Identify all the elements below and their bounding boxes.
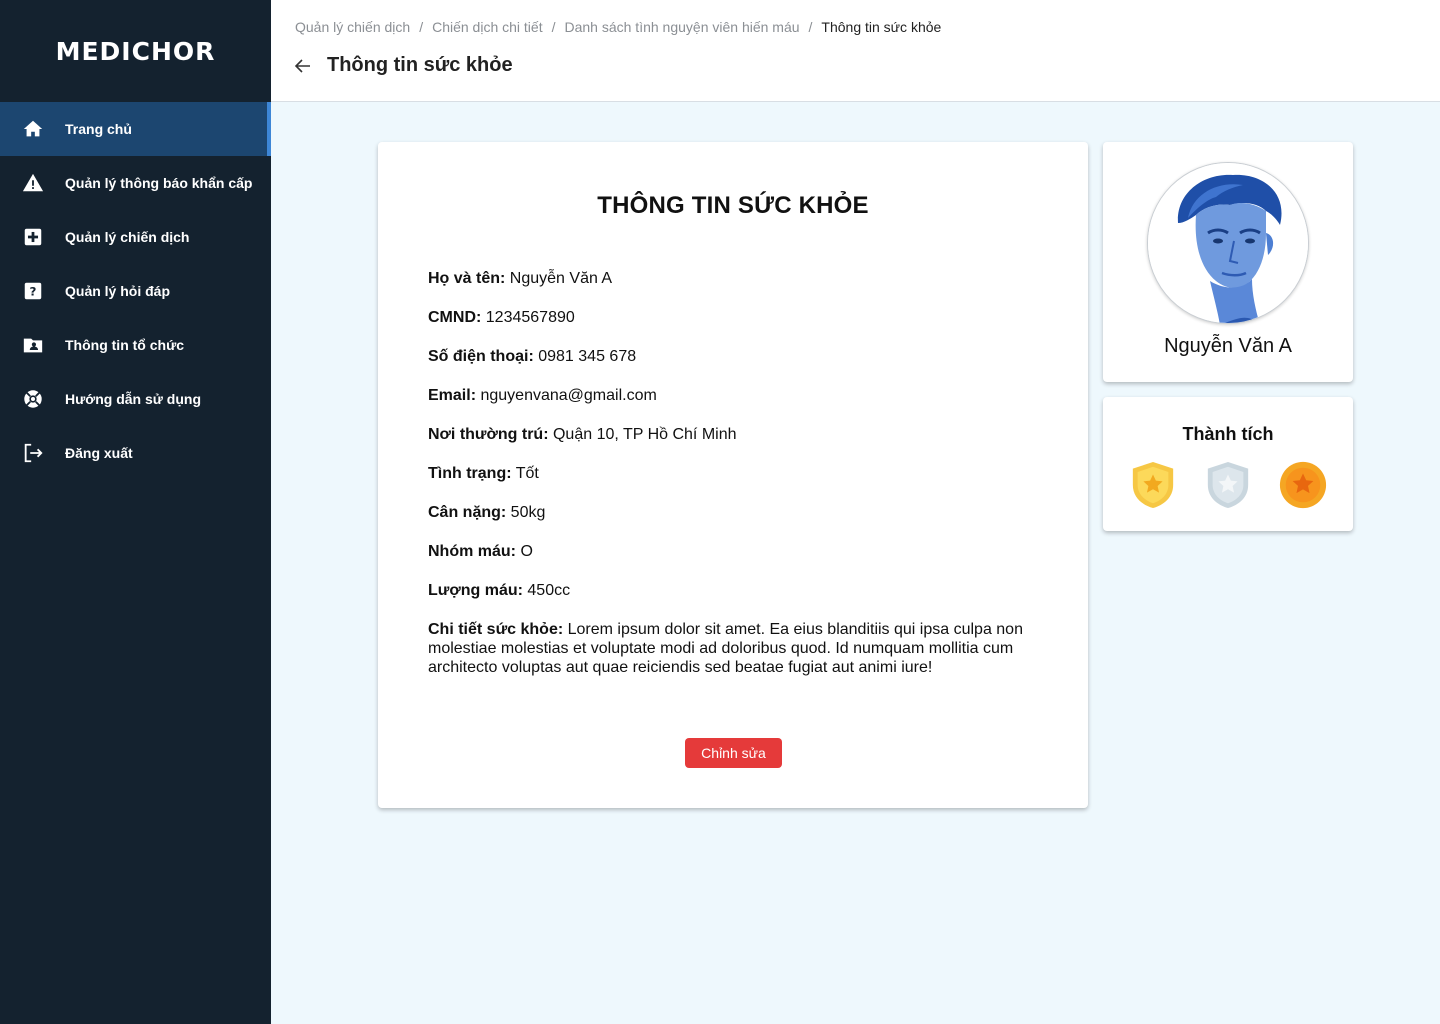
- sidebar-item-emergency[interactable]: Quản lý thông báo khẩn cấp: [0, 156, 271, 210]
- field-weight: Cân nặng: 50kg: [428, 503, 1038, 522]
- field-value: Nguyễn Văn A: [509, 270, 613, 287]
- sidebar-item-label: Quản lý chiến dịch: [65, 229, 190, 245]
- sidebar-item-label: Hướng dẫn sử dụng: [65, 391, 201, 407]
- field-status: Tình trạng: Tốt: [428, 464, 1038, 483]
- breadcrumb-item-campaign-detail[interactable]: Chiến dịch chi tiết: [432, 19, 543, 35]
- brand-logo[interactable]: MEDICHOR: [0, 0, 271, 102]
- page-title: Thông tin sức khỏe: [327, 54, 513, 76]
- field-value: 1234567890: [485, 309, 575, 326]
- avatar: [1147, 162, 1309, 324]
- question-icon: ?: [21, 279, 45, 303]
- field-phone: Số điện thoại: 0981 345 678: [428, 347, 1038, 366]
- field-value: Tốt: [515, 465, 539, 482]
- field-health-detail: Chi tiết sức khỏe: Lorem ipsum dolor sit…: [428, 620, 1038, 677]
- field-email: Email: nguyenvana@gmail.com: [428, 386, 1038, 405]
- breadcrumb-item-volunteers[interactable]: Danh sách tình nguyện viên hiến máu: [564, 19, 799, 35]
- breadcrumb-item-current: Thông tin sức khỏe: [821, 19, 942, 35]
- field-value: 0981 345 678: [538, 348, 637, 365]
- field-label: Tình trạng:: [428, 465, 512, 482]
- field-value: Quận 10, TP Hồ Chí Minh: [552, 426, 737, 443]
- logout-icon: [21, 441, 45, 465]
- edit-button[interactable]: Chỉnh sửa: [685, 738, 782, 768]
- health-fields: Họ và tên: Nguyễn Văn A CMND: 1234567890…: [428, 269, 1038, 697]
- sidebar-item-label: Quản lý hỏi đáp: [65, 283, 171, 299]
- sidebar-item-label: Quản lý thông báo khẩn cấp: [65, 175, 253, 191]
- home-icon: [21, 117, 45, 141]
- sidebar-nav: Trang chủ Quản lý thông báo khẩn cấp Quả…: [0, 102, 271, 480]
- svg-text:?: ?: [30, 285, 37, 299]
- achievements-title: Thành tích: [1182, 424, 1274, 444]
- health-info-card: THÔNG TIN SỨC KHỎE Họ và tên: Nguyễn Văn…: [378, 142, 1088, 808]
- sidebar-item-home[interactable]: Trang chủ: [0, 102, 271, 156]
- field-address: Nơi thường trú: Quận 10, TP Hồ Chí Minh: [428, 425, 1038, 444]
- sidebar-item-organization[interactable]: Thông tin tổ chức: [0, 318, 271, 372]
- field-label: Email:: [428, 387, 477, 404]
- field-value: 50kg: [510, 504, 546, 521]
- warning-icon: [21, 171, 45, 195]
- achievements-card: Thành tích: [1103, 397, 1353, 531]
- field-label: Lượng máu:: [428, 582, 523, 599]
- field-label: Cân nặng:: [428, 504, 507, 521]
- field-value: nguyenvana@gmail.com: [480, 387, 657, 404]
- breadcrumb-separator: /: [551, 19, 556, 35]
- bronze-medal-badge-icon[interactable]: [1278, 459, 1328, 511]
- field-value: O: [520, 543, 533, 560]
- field-label: Họ và tên:: [428, 270, 506, 287]
- sidebar-item-qa[interactable]: ? Quản lý hỏi đáp: [0, 264, 271, 318]
- breadcrumb-item-campaigns[interactable]: Quản lý chiến dịch: [295, 19, 410, 35]
- sidebar-item-label: Trang chủ: [65, 121, 132, 137]
- breadcrumb: Quản lý chiến dịch / Chiến dịch chi tiết…: [295, 19, 941, 35]
- profile-name: Nguyễn Văn A: [1164, 335, 1292, 357]
- field-blood-type: Nhóm máu: O: [428, 542, 1038, 561]
- field-label: Số điện thoại:: [428, 348, 534, 365]
- sidebar: MEDICHOR Trang chủ Quản lý thông báo khẩ…: [0, 0, 271, 1024]
- field-label: CMND:: [428, 309, 482, 326]
- field-full-name: Họ và tên: Nguyễn Văn A: [428, 269, 1038, 288]
- lifebuoy-icon: [21, 387, 45, 411]
- field-label: Nhóm máu:: [428, 543, 516, 560]
- field-value: 450cc: [527, 582, 571, 599]
- sidebar-item-label: Đăng xuất: [65, 445, 133, 461]
- medical-plus-icon: [21, 225, 45, 249]
- page-header: Thông tin sức khỏe: [293, 54, 513, 77]
- sidebar-item-label: Thông tin tổ chức: [65, 337, 185, 353]
- badges: [1128, 459, 1328, 511]
- topbar: Quản lý chiến dịch / Chiến dịch chi tiết…: [271, 0, 1440, 102]
- profile-card: Nguyễn Văn A: [1103, 142, 1353, 382]
- breadcrumb-separator: /: [808, 19, 813, 35]
- folder-user-icon: [21, 333, 45, 357]
- sidebar-item-guide[interactable]: Hướng dẫn sử dụng: [0, 372, 271, 426]
- sidebar-item-logout[interactable]: Đăng xuất: [0, 426, 271, 480]
- field-label: Nơi thường trú:: [428, 426, 549, 443]
- field-id-number: CMND: 1234567890: [428, 308, 1038, 327]
- field-label: Chi tiết sức khỏe:: [428, 621, 564, 638]
- back-arrow-icon[interactable]: [293, 56, 313, 76]
- silver-shield-badge-icon[interactable]: [1203, 459, 1253, 511]
- breadcrumb-separator: /: [419, 19, 424, 35]
- health-info-heading: THÔNG TIN SỨC KHỎE: [597, 192, 869, 219]
- gold-shield-badge-icon[interactable]: [1128, 459, 1178, 511]
- sidebar-item-campaigns[interactable]: Quản lý chiến dịch: [0, 210, 271, 264]
- field-blood-volume: Lượng máu: 450cc: [428, 581, 1038, 600]
